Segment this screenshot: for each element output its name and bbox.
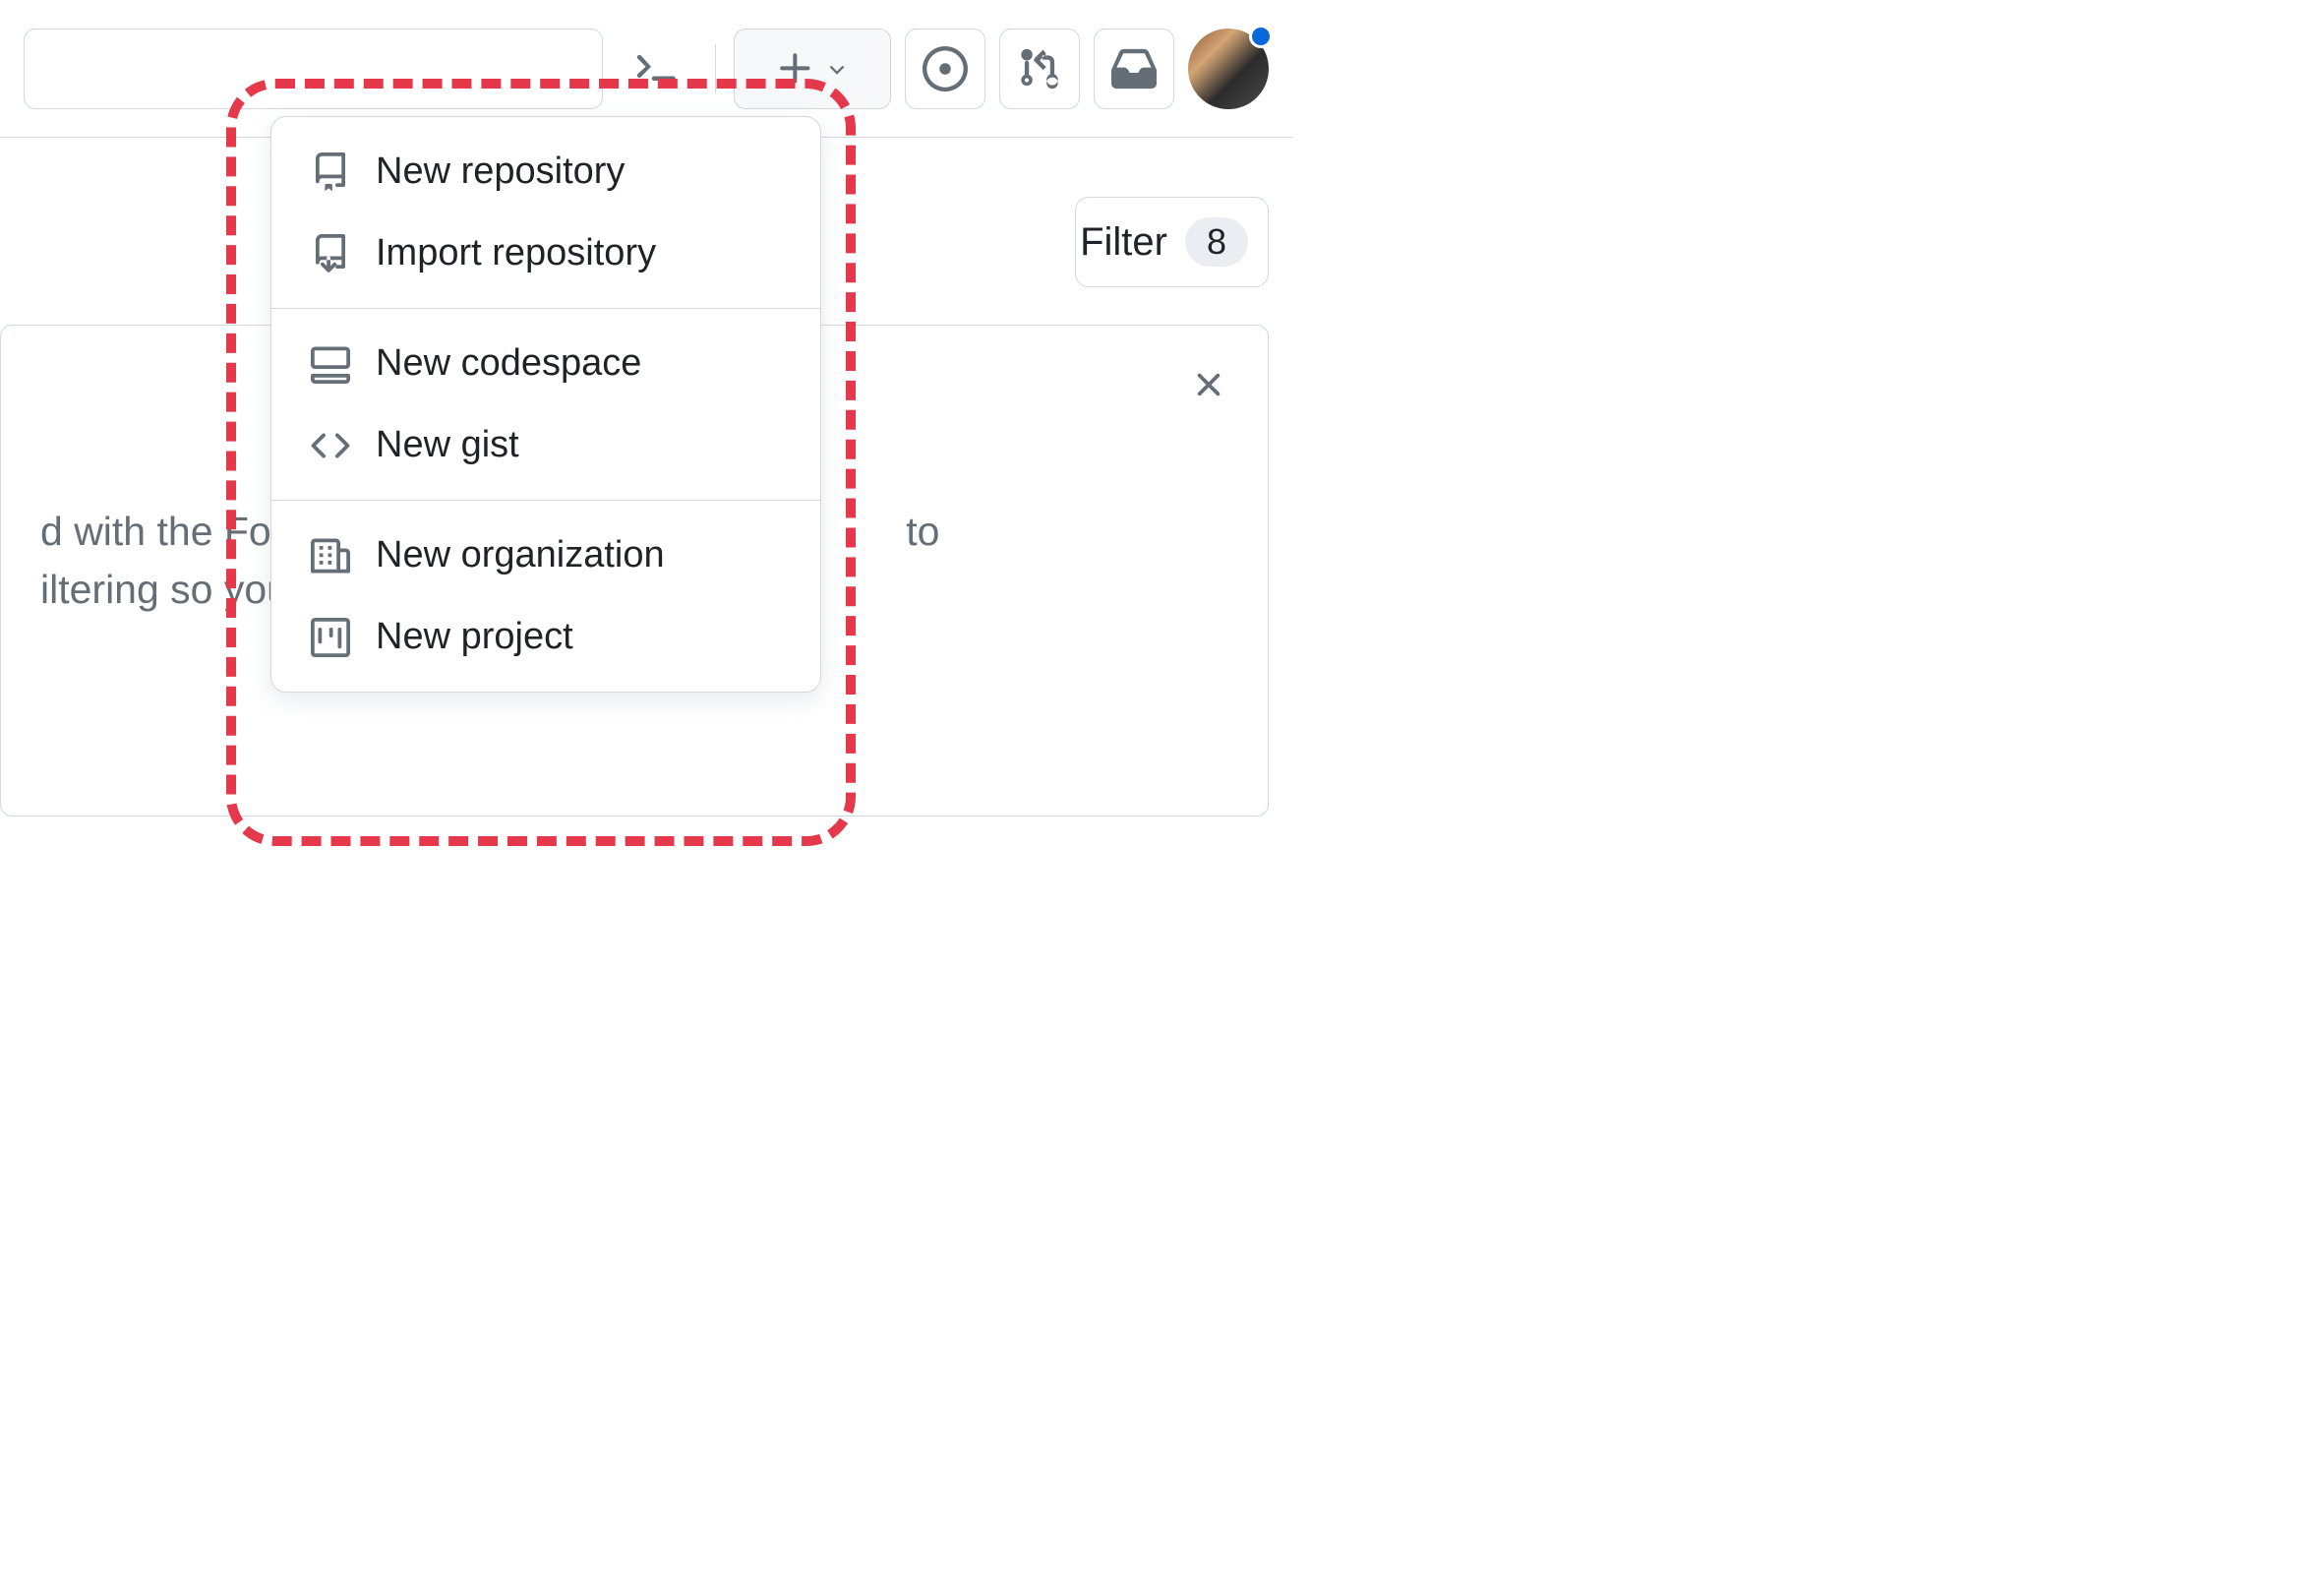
issues-button[interactable] — [905, 29, 985, 109]
chevron-down-icon — [824, 56, 850, 82]
codespaces-icon — [311, 344, 350, 384]
close-button[interactable] — [1189, 365, 1228, 415]
issues-icon — [923, 46, 968, 91]
new-project-item[interactable]: New project — [271, 596, 820, 678]
divider — [715, 44, 716, 93]
notification-dot — [1249, 25, 1273, 48]
dropdown-item-label: New codespace — [376, 342, 641, 385]
new-organization-item[interactable]: New organization — [271, 515, 820, 596]
search-input[interactable] — [24, 29, 603, 109]
command-palette-button[interactable] — [617, 29, 697, 109]
filter-count-badge: 8 — [1185, 217, 1248, 267]
new-codespace-item[interactable]: New codespace — [271, 323, 820, 404]
new-gist-item[interactable]: New gist — [271, 404, 820, 486]
new-repository-item[interactable]: New repository — [271, 131, 820, 212]
close-icon — [1189, 365, 1228, 404]
plus-icon — [775, 48, 816, 90]
dropdown-section: New codespace New gist — [271, 308, 820, 500]
code-icon — [311, 426, 350, 465]
dropdown-item-label: New project — [376, 616, 573, 658]
dropdown-item-label: Import repository — [376, 232, 656, 274]
organization-icon — [311, 536, 350, 575]
user-avatar[interactable] — [1188, 29, 1269, 109]
dropdown-item-label: New gist — [376, 424, 519, 466]
project-icon — [311, 618, 350, 657]
create-new-button[interactable] — [734, 29, 891, 109]
filter-label: Filter — [1080, 220, 1167, 265]
dropdown-item-label: New repository — [376, 151, 625, 193]
dropdown-item-label: New organization — [376, 534, 665, 576]
notifications-button[interactable] — [1094, 29, 1174, 109]
repo-icon — [311, 152, 350, 192]
dropdown-section: New repository Import repository — [271, 117, 820, 308]
pull-requests-button[interactable] — [999, 29, 1080, 109]
dropdown-section: New organization New project — [271, 500, 820, 692]
pull-request-icon — [1017, 46, 1062, 91]
create-new-dropdown: New repository Import repository New cod… — [270, 116, 821, 693]
command-palette-icon — [633, 45, 681, 92]
inbox-icon — [1111, 46, 1157, 91]
import-repository-item[interactable]: Import repository — [271, 212, 820, 294]
repo-push-icon — [311, 234, 350, 273]
filter-button[interactable]: Filter 8 — [1075, 197, 1269, 287]
